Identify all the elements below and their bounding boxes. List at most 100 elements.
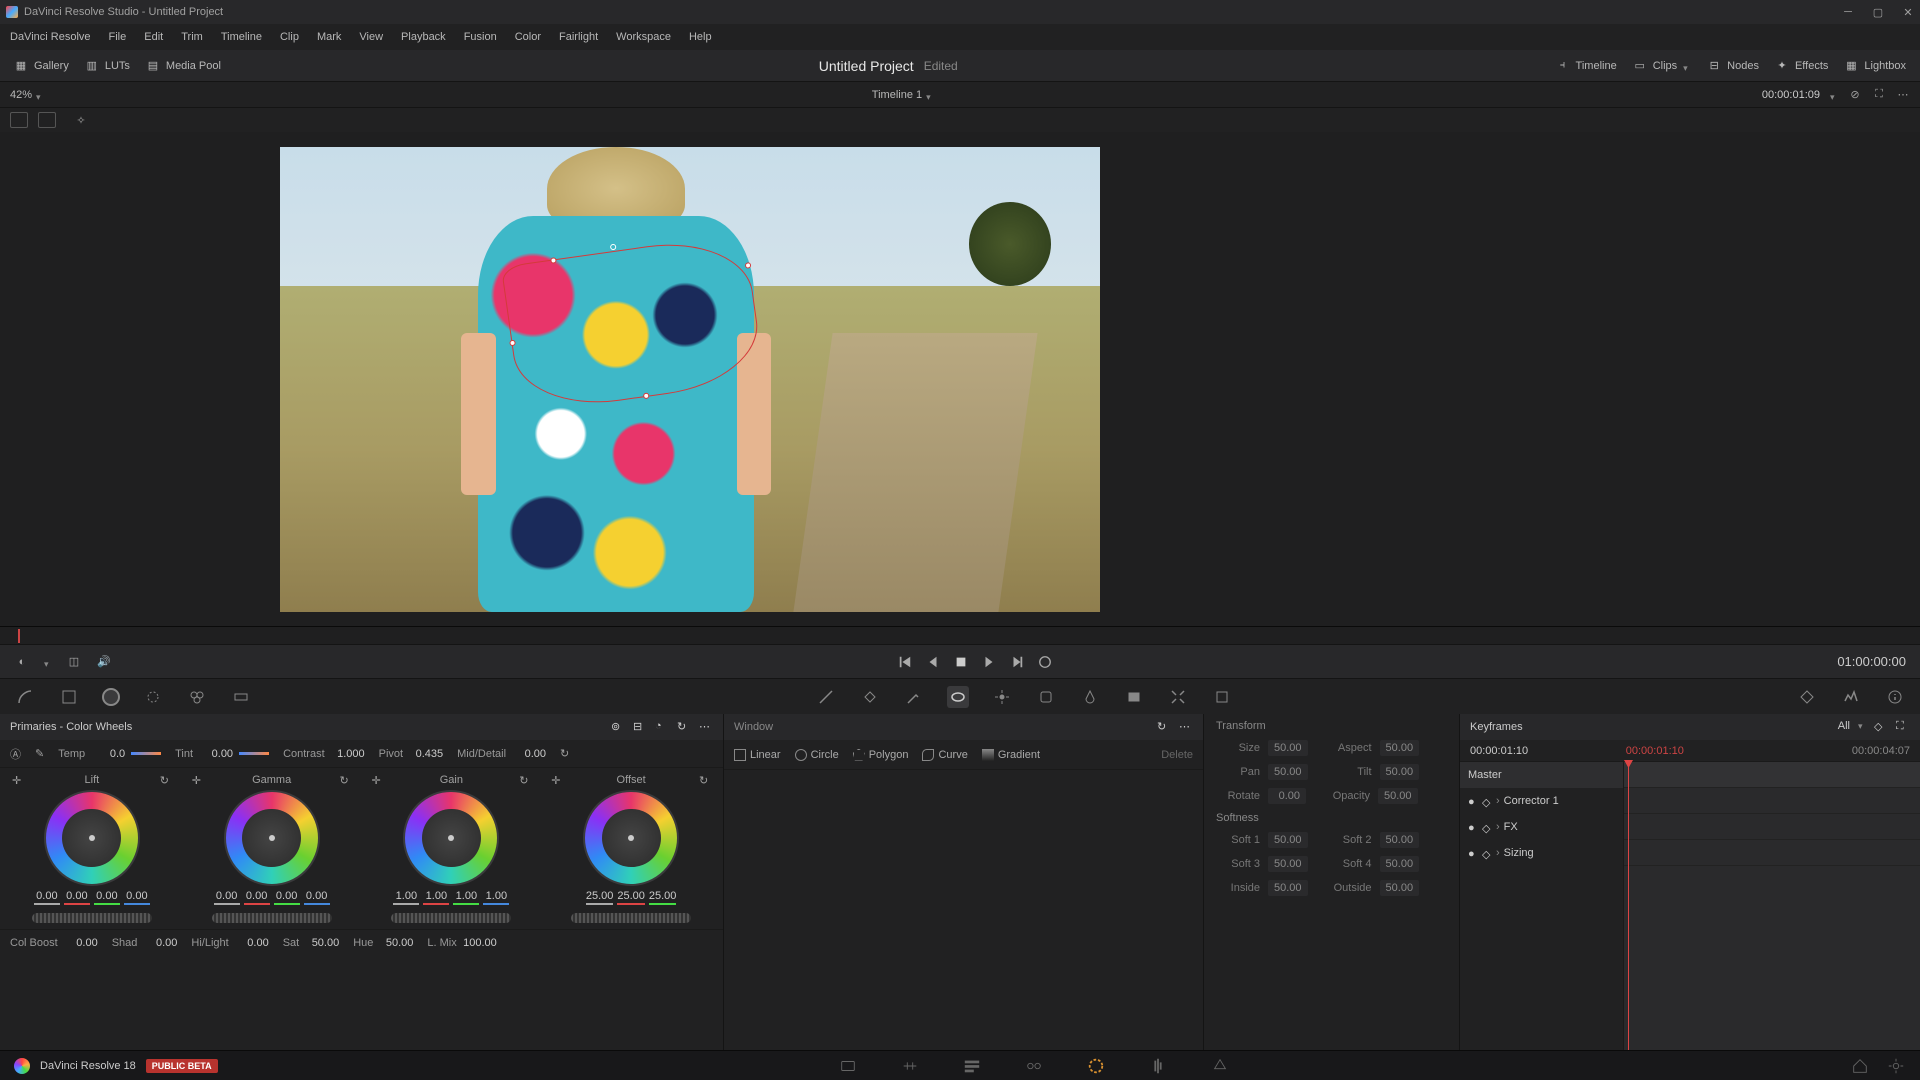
- picker-icon[interactable]: ✛: [192, 774, 204, 786]
- warper-palette-button[interactable]: [58, 686, 80, 708]
- hdr-palette-button[interactable]: [142, 686, 164, 708]
- temp-value[interactable]: 0.0: [91, 748, 125, 760]
- fusion-page-button[interactable]: [1024, 1056, 1044, 1076]
- diamond-icon[interactable]: ◇: [1482, 822, 1492, 832]
- timeline-button[interactable]: ⫞Timeline: [1556, 59, 1617, 73]
- offset-wheel[interactable]: [583, 790, 679, 886]
- view-mode-1-button[interactable]: [10, 112, 28, 128]
- 3d-button[interactable]: [1211, 686, 1233, 708]
- offset-jog[interactable]: [571, 913, 691, 923]
- mask-handle[interactable]: [509, 340, 516, 347]
- mask-center-handle[interactable]: [609, 243, 616, 250]
- curve-window-button[interactable]: Curve: [922, 749, 967, 761]
- pivot-value[interactable]: 0.435: [409, 748, 443, 760]
- keyframe-add-icon[interactable]: ◇: [1874, 720, 1888, 734]
- chevron-right-icon[interactable]: ›: [1496, 795, 1500, 807]
- close-button[interactable]: ✕: [1902, 6, 1914, 18]
- mediapool-button[interactable]: ▤Media Pool: [146, 59, 221, 73]
- wheels-mode-icon[interactable]: ⊚: [611, 720, 625, 734]
- bypass-toggle[interactable]: ◐: [14, 654, 30, 670]
- soft2-value[interactable]: 50.00: [1380, 832, 1420, 848]
- gallery-button[interactable]: ▦Gallery: [14, 59, 69, 73]
- play-button[interactable]: [981, 654, 997, 670]
- lift-jog[interactable]: [32, 913, 152, 923]
- outside-value[interactable]: 50.00: [1380, 880, 1420, 896]
- edit-page-button[interactable]: [962, 1056, 982, 1076]
- gain-jog[interactable]: [391, 913, 511, 923]
- menu-workspace[interactable]: Workspace: [616, 31, 671, 43]
- blur-button[interactable]: [1079, 686, 1101, 708]
- middetail-value[interactable]: 0.00: [512, 748, 546, 760]
- media-page-button[interactable]: [838, 1056, 858, 1076]
- picker-icon[interactable]: ✛: [551, 774, 563, 786]
- aspect-value[interactable]: 50.00: [1380, 740, 1420, 756]
- maximize-button[interactable]: ▢: [1872, 6, 1884, 18]
- expand-icon[interactable]: ⛶: [1872, 88, 1886, 102]
- qualifier-button[interactable]: [903, 686, 925, 708]
- tracker-button[interactable]: [991, 686, 1013, 708]
- gamma-wheel[interactable]: [224, 790, 320, 886]
- reset-icon[interactable]: ↻: [560, 747, 569, 760]
- chevron-right-icon[interactable]: ›: [1496, 847, 1500, 859]
- mute-icon[interactable]: 🔊: [96, 654, 112, 670]
- magic-mask-button[interactable]: [1035, 686, 1057, 708]
- menu-fairlight[interactable]: Fairlight: [559, 31, 598, 43]
- settings-button[interactable]: [1886, 1056, 1906, 1076]
- menu-help[interactable]: Help: [689, 31, 712, 43]
- curves-tool-button[interactable]: [815, 686, 837, 708]
- kf-playhead[interactable]: [1628, 762, 1629, 1050]
- reset-icon[interactable]: ↻: [340, 774, 352, 786]
- menu-view[interactable]: View: [359, 31, 383, 43]
- reset-icon[interactable]: ↻: [160, 774, 172, 786]
- menu-timeline[interactable]: Timeline: [221, 31, 262, 43]
- size-value[interactable]: 50.00: [1268, 740, 1308, 756]
- wheels-palette-button[interactable]: [102, 688, 120, 706]
- sizing-button[interactable]: [1167, 686, 1189, 708]
- picker-icon[interactable]: ✎: [35, 747, 44, 760]
- menu-color[interactable]: Color: [515, 31, 541, 43]
- menu-fusion[interactable]: Fusion: [464, 31, 497, 43]
- clips-button[interactable]: ▭Clips: [1633, 59, 1691, 73]
- prev-frame-button[interactable]: [925, 654, 941, 670]
- bars-mode-icon[interactable]: ⊟: [633, 720, 647, 734]
- fairlight-page-button[interactable]: [1148, 1056, 1168, 1076]
- more-icon[interactable]: ⋯: [1179, 720, 1193, 734]
- mask-handle[interactable]: [642, 392, 649, 399]
- lock-icon[interactable]: ●: [1468, 796, 1478, 806]
- soft4-value[interactable]: 50.00: [1380, 856, 1420, 872]
- tint-value[interactable]: 0.00: [199, 748, 233, 760]
- kf-corrector-row[interactable]: ●◇›Corrector 1: [1460, 788, 1623, 814]
- reset-icon[interactable]: ↻: [1157, 720, 1171, 734]
- gamma-jog[interactable]: [212, 913, 332, 923]
- reset-icon[interactable]: ↻: [519, 774, 531, 786]
- hue-value[interactable]: 50.00: [379, 937, 413, 949]
- keyframe-mode-button[interactable]: [1796, 686, 1818, 708]
- chevron-down-icon[interactable]: [1830, 91, 1838, 99]
- reset-icon[interactable]: ↻: [699, 774, 711, 786]
- log-mode-icon[interactable]: ◔: [655, 720, 669, 734]
- chevron-right-icon[interactable]: ›: [1496, 821, 1500, 833]
- hilight-value[interactable]: 0.00: [235, 937, 269, 949]
- motion-palette-button[interactable]: [230, 686, 252, 708]
- colboost-value[interactable]: 0.00: [64, 937, 98, 949]
- window-tool-button[interactable]: [947, 686, 969, 708]
- kf-master-row[interactable]: Master: [1460, 762, 1623, 788]
- expand-icon[interactable]: ⛶: [1896, 720, 1910, 734]
- reset-icon[interactable]: ↻: [677, 720, 691, 734]
- warp-tool-button[interactable]: [859, 686, 881, 708]
- deliver-page-button[interactable]: [1210, 1056, 1230, 1076]
- luts-button[interactable]: ▥LUTs: [85, 59, 130, 73]
- more-icon[interactable]: ⋯: [699, 720, 713, 734]
- soft3-value[interactable]: 50.00: [1268, 856, 1308, 872]
- key-button[interactable]: [1123, 686, 1145, 708]
- inside-value[interactable]: 50.00: [1268, 880, 1308, 896]
- curves-palette-button[interactable]: [14, 686, 36, 708]
- timeline-name-dropdown[interactable]: Timeline 1: [872, 89, 934, 101]
- next-frame-button[interactable]: [1009, 654, 1025, 670]
- scrubber[interactable]: [0, 626, 1920, 644]
- lock-icon[interactable]: ●: [1468, 848, 1478, 858]
- kf-sizing-row[interactable]: ●◇›Sizing: [1460, 840, 1623, 866]
- shad-value[interactable]: 0.00: [143, 937, 177, 949]
- first-frame-button[interactable]: [897, 654, 913, 670]
- menu-edit[interactable]: Edit: [144, 31, 163, 43]
